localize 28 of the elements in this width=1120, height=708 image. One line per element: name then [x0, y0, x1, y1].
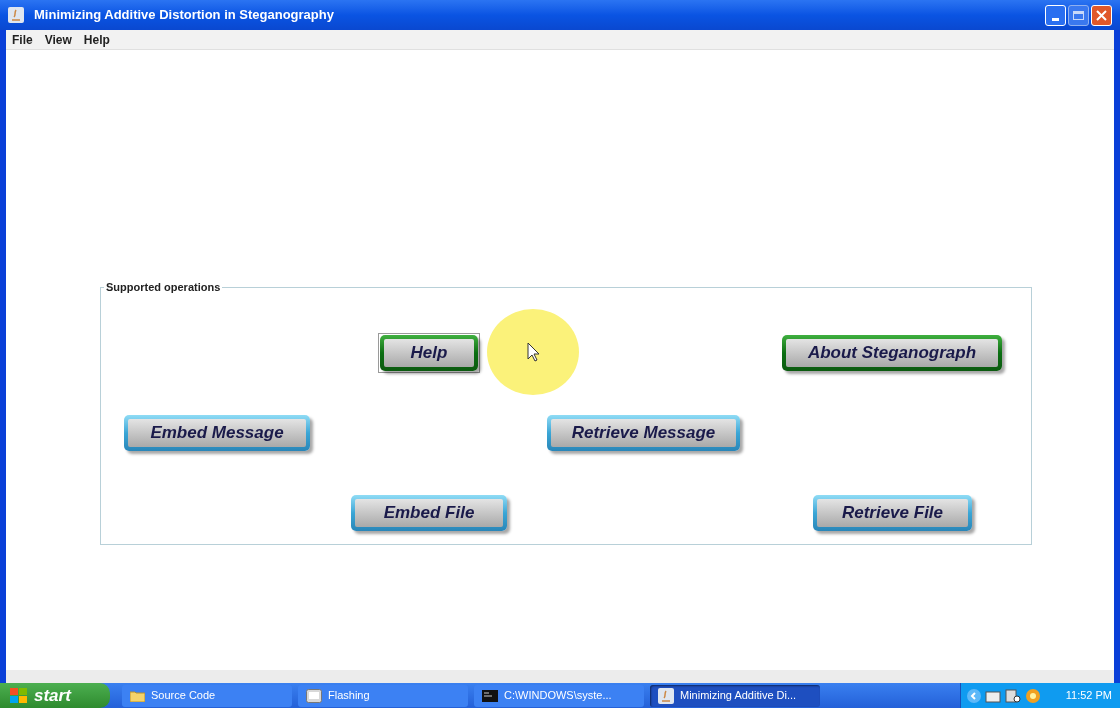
java-icon — [658, 687, 674, 704]
java-icon — [8, 7, 24, 23]
cursor-highlight-icon — [487, 309, 579, 395]
maximize-button[interactable] — [1068, 4, 1089, 26]
window-icon — [306, 688, 322, 703]
taskbar-button[interactable]: Minimizing Additive Di... — [650, 684, 820, 707]
operation-button[interactable]: Embed Message — [124, 415, 310, 451]
taskbar-button[interactable]: Flashing — [298, 684, 468, 707]
operation-button[interactable]: About Steganograph — [782, 335, 1002, 371]
operation-button[interactable]: Help — [380, 335, 478, 371]
windows-logo-icon — [10, 687, 28, 704]
taskbar-button[interactable]: C:\WINDOWS\syste... — [474, 684, 644, 707]
minimize-button[interactable] — [1045, 4, 1066, 26]
console-icon — [482, 689, 498, 702]
window-title: Minimizing Additive Distortion in Steganography — [34, 6, 334, 25]
operation-button[interactable]: Retrieve Message — [547, 415, 740, 451]
operation-button[interactable]: Embed File — [351, 495, 507, 531]
panel-title: Supported operations — [104, 280, 223, 294]
close-icon — [1096, 9, 1107, 21]
folder-icon — [130, 689, 145, 702]
operation-button[interactable]: Retrieve File — [813, 495, 972, 531]
close-button[interactable] — [1091, 4, 1112, 26]
chevron-left-icon[interactable] — [967, 688, 981, 703]
menu-item[interactable]: File — [12, 30, 33, 49]
menu-item[interactable]: Help — [83, 30, 110, 49]
menu-item[interactable]: View — [44, 30, 72, 49]
clock: 11:52 PM — [1065, 688, 1112, 704]
taskbar-button[interactable]: Source Code — [122, 684, 292, 707]
